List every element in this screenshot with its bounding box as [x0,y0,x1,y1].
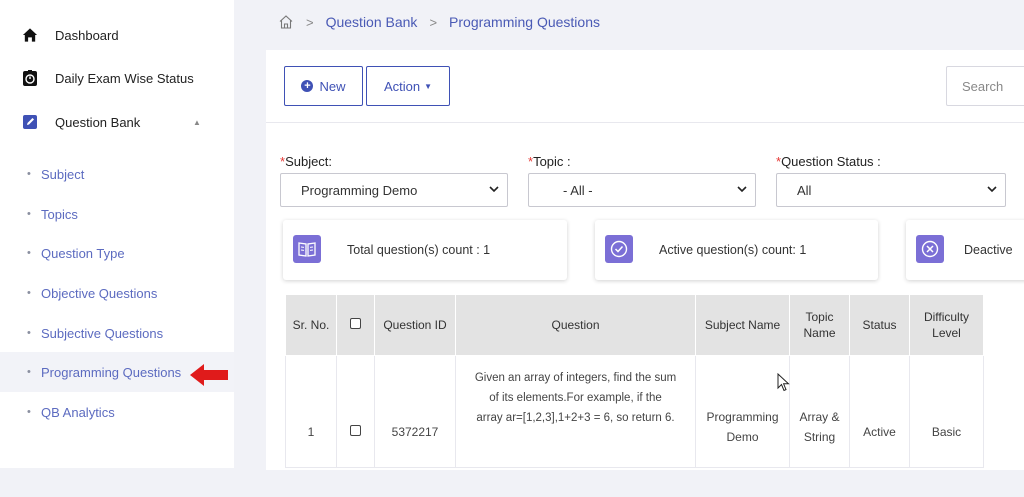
divider [266,122,1024,123]
col-header-question[interactable]: Question [455,294,696,356]
sidebar-item-label: Subject [41,166,85,182]
select-all-checkbox[interactable] [350,318,361,329]
sidebar-item-subjective-questions[interactable]: • Subjective Questions [0,318,234,348]
sidebar-item-objective-questions[interactable]: • Objective Questions [0,278,234,308]
bullet-icon: • [27,287,31,299]
cell-topic-name: Array & String [789,355,850,468]
new-button-label: New [319,78,346,94]
main-content: > Question Bank > Programming Questions … [234,0,1024,470]
bullet-icon: • [27,406,31,418]
bullet-icon: • [27,168,31,180]
table-row: 1 5372217 Given an array of integers, fi… [285,355,984,468]
chevron-down-icon [489,186,499,193]
breadcrumb-separator: > [429,14,438,30]
search-input[interactable]: Search [946,66,1024,106]
topic-select-value: - All - [563,182,593,198]
subject-select[interactable]: Programming Demo [280,173,508,207]
sidebar-item-label: QB Analytics [41,404,115,420]
col-header-question-id[interactable]: Question ID [374,294,456,356]
total-count-card: Total question(s) count : 1 [283,220,567,280]
sidebar-item-label: Dashboard [55,27,119,43]
x-circle-icon [916,235,944,263]
question-status-select-value: All [797,182,812,198]
breadcrumb-programming-questions[interactable]: Programming Questions [449,14,600,30]
col-header-difficulty-level[interactable]: Difficulty Level [909,294,984,356]
home-outline-icon[interactable] [278,14,294,30]
question-status-select[interactable]: All [776,173,1006,207]
stopwatch-icon [22,70,38,86]
question-line: array ar=[1,2,3],1+2+3 = 6, so return 6. [476,412,675,424]
topic-filter-label: *Topic : [528,154,571,169]
question-line: of its elements.For example, if the [489,392,662,404]
subject-select-value: Programming Demo [301,182,418,198]
total-count-text: Total question(s) count : 1 [347,243,491,257]
sidebar-item-label: Question Bank [55,114,141,130]
pointer-arrow-icon [190,364,228,386]
bullet-icon: • [27,208,31,220]
cell-question-id: 5372217 [374,355,456,468]
action-dropdown-button[interactable]: Action ▼ [366,66,450,106]
active-count-text: Active question(s) count: 1 [659,243,807,257]
deactive-count-text: Deactive [964,243,1013,257]
chevron-down-icon [737,186,747,193]
cell-sr-no: 1 [285,355,337,468]
subject-filter-label: *Subject: [280,154,333,169]
deactive-count-card: Deactive [906,220,1024,280]
questions-table: Sr. No. Question ID Question Subject Nam… [285,294,984,468]
sidebar-item-subject[interactable]: • Subject [0,159,234,189]
cell-question[interactable]: Given an array of integers, find the sum… [455,355,696,468]
sidebar-item-daily-exam-wise-status[interactable]: Daily Exam Wise Status [0,58,234,98]
sidebar-item-topics[interactable]: • Topics [0,199,234,229]
sidebar-item-question-bank[interactable]: Question Bank ▲ [0,102,234,142]
bullet-icon: • [27,366,31,378]
sidebar-item-label: Topics [41,206,78,222]
row-checkbox[interactable] [350,424,361,436]
breadcrumb: > Question Bank > Programming Questions [278,12,600,32]
mouse-cursor-icon [777,373,790,392]
sidebar-item-label: Programming Questions [41,364,182,380]
sidebar-item-label: Question Type [41,245,125,261]
table-header-row: Sr. No. Question ID Question Subject Nam… [285,294,984,356]
bullet-icon: • [27,247,31,259]
col-header-sr-no[interactable]: Sr. No. [285,294,337,356]
cell-subject-name: Programming Demo [695,355,790,468]
edit-icon [22,114,38,130]
sidebar-item-qb-analytics[interactable]: • QB Analytics [0,397,234,427]
sidebar-item-question-type[interactable]: • Question Type [0,238,234,268]
sidebar: Dashboard Daily Exam Wise Status Questio… [0,0,234,468]
question-line: Given an array of integers, find the sum [474,372,677,384]
home-icon [22,27,38,43]
caret-up-icon[interactable]: ▲ [193,118,201,127]
action-button-label: Action [383,78,421,94]
sidebar-item-label: Daily Exam Wise Status [55,70,194,86]
col-header-status[interactable]: Status [849,294,910,356]
new-button[interactable]: + New [284,66,363,106]
sidebar-item-label: Objective Questions [41,285,158,301]
breadcrumb-question-bank[interactable]: Question Bank [326,14,418,30]
breadcrumb-separator: > [306,14,314,30]
cell-select [336,355,375,468]
cell-status: Active [849,355,910,468]
book-icon [293,235,321,263]
col-header-subject-name[interactable]: Subject Name [695,294,790,356]
bullet-icon: • [27,327,31,339]
chevron-down-icon [987,186,997,193]
plus-circle-icon: + [301,80,314,92]
col-header-select-all [336,294,375,356]
content-card: + New Action ▼ Search *Subject: Programm… [266,50,1024,470]
topic-select[interactable]: - All - [528,173,756,207]
sidebar-item-dashboard[interactable]: Dashboard [0,15,234,55]
cell-difficulty-level: Basic [909,355,984,468]
check-circle-icon [605,235,633,263]
caret-down-icon: ▼ [424,81,433,91]
active-count-card: Active question(s) count: 1 [595,220,878,280]
question-status-filter-label: *Question Status : [776,154,881,169]
sidebar-item-label: Subjective Questions [41,325,164,341]
col-header-topic-name[interactable]: Topic Name [789,294,850,356]
